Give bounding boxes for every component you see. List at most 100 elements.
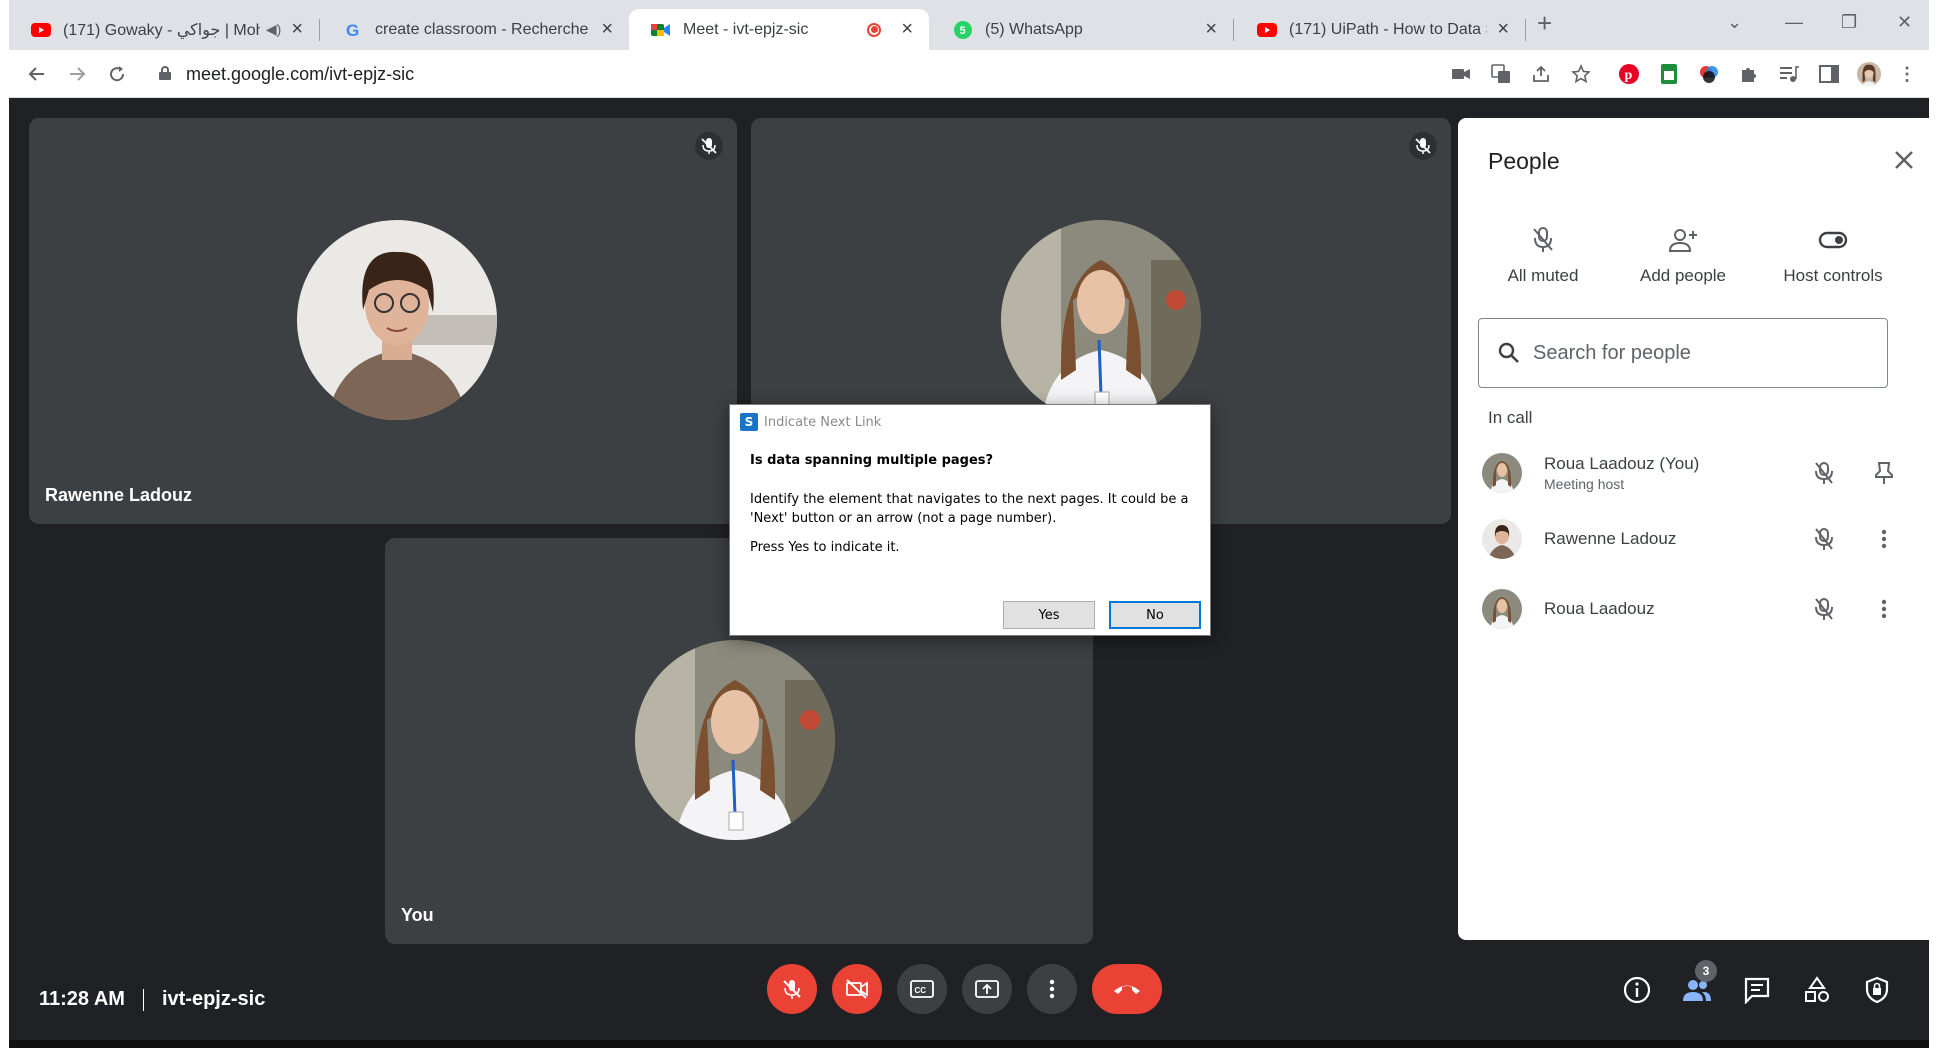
avatar (297, 220, 497, 420)
restore-icon[interactable]: ❐ (1841, 12, 1857, 33)
translate-icon[interactable] (1489, 62, 1513, 86)
meeting-code: ivt-epjz-sic (161, 988, 266, 1010)
chat-icon (1744, 977, 1770, 1004)
more-vert-icon[interactable] (1866, 521, 1902, 557)
extensions-puzzle-icon[interactable] (1737, 62, 1761, 86)
tab-youtube-gowaky[interactable]: (171) Gowaky - جواكي | Moh ◀) × (9, 9, 319, 50)
color-extension-icon[interactable] (1697, 62, 1721, 86)
mic-off-icon[interactable] (1806, 591, 1842, 627)
taskbar (9, 1040, 1929, 1048)
host-controls-action[interactable]: Host controls (1748, 222, 1918, 286)
chat-button[interactable] (1741, 974, 1773, 1006)
all-muted-action[interactable]: All muted (1468, 222, 1618, 286)
minimize-icon[interactable]: — (1785, 12, 1803, 33)
participant-row[interactable]: Roua Laadouz (You) Meeting host (1482, 448, 1902, 498)
leave-call-button[interactable] (1092, 964, 1162, 1014)
close-window-icon[interactable]: ✕ (1897, 12, 1912, 33)
close-icon[interactable]: × (901, 18, 913, 41)
new-tab-icon[interactable]: + (1537, 8, 1552, 39)
back-arrow-icon[interactable] (23, 60, 51, 88)
close-icon[interactable]: × (291, 18, 303, 41)
tab-title: create classroom - Recherche Go (375, 20, 592, 38)
add-people-action[interactable]: Add people (1608, 222, 1758, 286)
chevron-down-icon[interactable]: ⌄ (1727, 12, 1742, 33)
share-icon[interactable] (1529, 62, 1553, 86)
side-panel-icon[interactable] (1817, 62, 1841, 86)
reload-icon[interactable] (103, 60, 131, 88)
tab-whatsapp[interactable]: 5 (5) WhatsApp × (931, 9, 1233, 50)
more-vert-icon[interactable] (1866, 591, 1902, 627)
meet-icon (651, 20, 671, 40)
participant-name: Roua Laadouz (You) (1544, 454, 1700, 473)
meeting-info-button[interactable] (1621, 974, 1653, 1006)
participant-name: Rawenne Ladouz (45, 485, 193, 505)
more-options-button[interactable] (1027, 964, 1077, 1014)
media-controls-icon[interactable] (1777, 62, 1801, 86)
activities-button[interactable] (1801, 974, 1833, 1006)
dialog-question: Is data spanning multiple pages? (750, 453, 994, 468)
whatsapp-icon: 5 (953, 20, 973, 40)
camera-icon[interactable] (1449, 62, 1473, 86)
forward-arrow-icon[interactable] (63, 60, 91, 88)
participant-info: Roua Laadouz (1544, 599, 1782, 619)
pin-icon[interactable] (1866, 455, 1902, 491)
dialog-instruction: Press Yes to indicate it. (750, 540, 900, 555)
meeting-time: 11:28 AM (39, 988, 125, 1010)
avatar (1482, 589, 1522, 629)
profile-avatar[interactable] (1857, 62, 1881, 86)
close-icon[interactable] (1888, 144, 1920, 176)
present-icon (975, 980, 999, 998)
present-screen-button[interactable] (962, 964, 1012, 1014)
avatar (1482, 453, 1522, 493)
action-label: All muted (1507, 266, 1579, 285)
toggle-camera-button[interactable] (832, 964, 882, 1014)
svg-text:CC: CC (915, 986, 927, 995)
search-field[interactable] (1478, 318, 1888, 388)
dialog-body: Is data spanning multiple pages? Identif… (730, 439, 1210, 557)
star-icon[interactable] (1569, 62, 1593, 86)
more-vert-icon (1049, 979, 1055, 999)
meeting-details: 11:28 AM ivt-epjz-sic (39, 988, 265, 1011)
close-icon[interactable]: × (1205, 18, 1217, 41)
more-vert-icon[interactable]: ⋮ (1895, 62, 1919, 86)
toggle-mic-button[interactable] (767, 964, 817, 1014)
no-button[interactable]: No (1109, 601, 1201, 629)
mic-off-icon[interactable] (1806, 455, 1842, 491)
search-input[interactable] (1533, 341, 1853, 365)
activities-shapes-icon (1805, 976, 1829, 1002)
people-button[interactable]: 3 (1681, 960, 1717, 1006)
dialog-titlebar: S Indicate Next Link (730, 405, 1210, 439)
tab-meet[interactable]: Meet - ivt-epjz-sic × (629, 9, 929, 50)
close-icon[interactable]: × (1497, 18, 1509, 41)
dialog-description: Identify the element that navigates to t… (750, 492, 1189, 526)
close-icon[interactable]: × (601, 18, 613, 41)
svg-text:p: p (1625, 68, 1633, 83)
youtube-icon (1257, 20, 1277, 40)
people-panel: People All muted Add people Host control… (1458, 118, 1938, 940)
yes-button[interactable]: Yes (1003, 601, 1095, 629)
participant-row[interactable]: Rawenne Ladouz (1482, 514, 1902, 564)
pinterest-icon[interactable]: p (1617, 62, 1641, 86)
captions-button[interactable]: CC (897, 964, 947, 1014)
participant-name: Roua Laadouz (1544, 599, 1655, 618)
lock-icon[interactable] (159, 66, 171, 80)
camera-off-icon (846, 979, 868, 999)
participant-name: Rawenne Ladouz (1544, 529, 1677, 548)
indicate-next-link-dialog: S Indicate Next Link Is data spanning mu… (729, 404, 1211, 636)
tab-google-search[interactable]: G create classroom - Recherche Go × (321, 9, 629, 50)
mic-off-icon[interactable] (1806, 521, 1842, 557)
participant-row[interactable]: Roua Laadouz (1482, 584, 1902, 634)
tab-title: (171) Gowaky - جواكي | Moh (63, 21, 260, 39)
tab-youtube-uipath[interactable]: (171) UiPath - How to Data Scrap × (1235, 9, 1525, 50)
host-controls-button[interactable] (1861, 974, 1893, 1006)
panel-title: People (1488, 148, 1560, 174)
mic-off-icon (1468, 222, 1618, 258)
sheets-extension-icon[interactable] (1657, 62, 1681, 86)
participant-tile-rawenne[interactable]: Rawenne Ladouz (29, 118, 737, 524)
speaker-icon[interactable]: ◀) (266, 21, 281, 38)
participant-role: Meeting host (1544, 476, 1625, 492)
tab-strip: (171) Gowaky - جواكي | Moh ◀) × G create… (9, 0, 1929, 50)
toggle-icon (1748, 222, 1918, 258)
avatar (1001, 220, 1201, 420)
address-bar[interactable]: meet.google.com/ivt-epjz-sic (186, 60, 414, 88)
